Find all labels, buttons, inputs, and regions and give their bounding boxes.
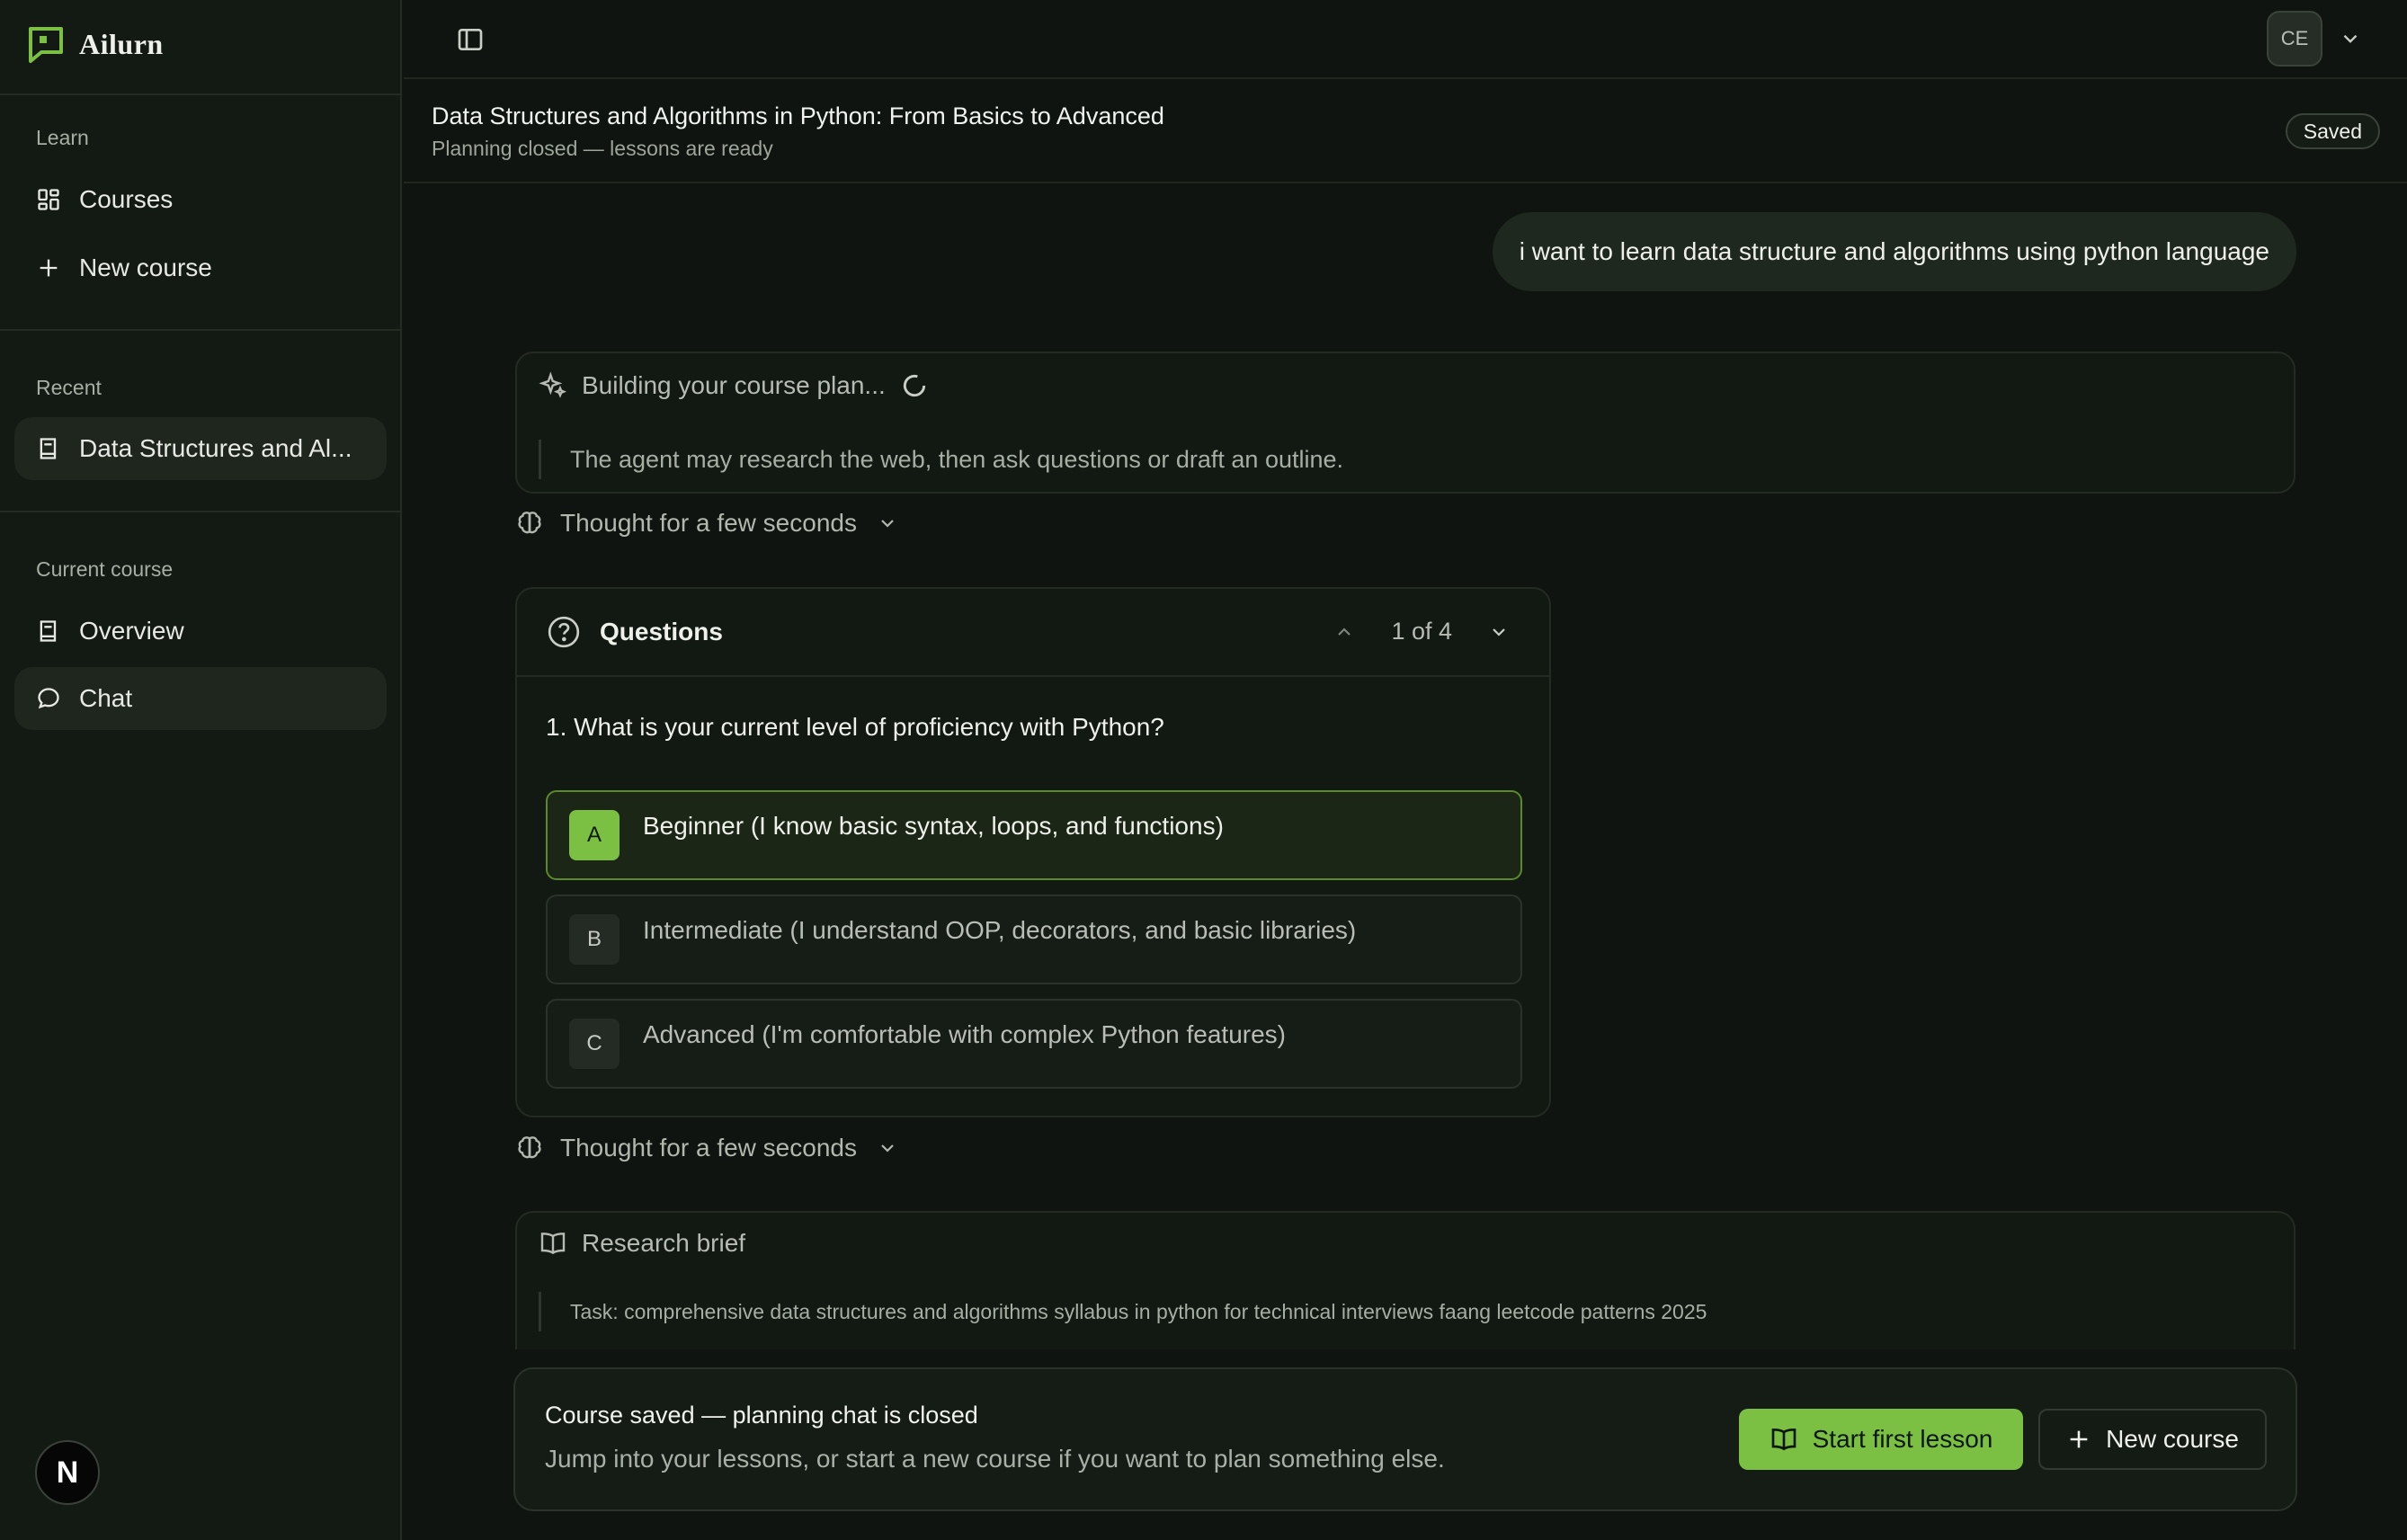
thought-label: Thought for a few seconds	[560, 509, 857, 537]
user-message: i want to learn data structure and algor…	[1492, 212, 2296, 291]
course-title: Data Structures and Algorithms in Python…	[432, 102, 1164, 129]
sidebar-item-courses[interactable]: Courses	[14, 168, 387, 231]
thought-toggle[interactable]: Thought for a few seconds	[515, 1134, 898, 1162]
sidebar-item-label: Overview	[79, 617, 184, 645]
sidebar-divider	[0, 511, 402, 512]
research-brief-task: Task: comprehensive data structures and …	[539, 1292, 1707, 1331]
chevron-up-icon[interactable]	[1333, 621, 1355, 643]
sidebar-item-label: Data Structures and Al...	[79, 434, 352, 462]
sidebar-item-recent-course[interactable]: Data Structures and Al...	[14, 417, 387, 480]
button-label: Start first lesson	[1812, 1425, 1993, 1453]
thought-toggle[interactable]: Thought for a few seconds	[515, 509, 898, 538]
chevron-down-icon	[881, 520, 894, 528]
option-text: Advanced (I'm comfortable with complex P…	[643, 1020, 1286, 1048]
new-course-button[interactable]: New course	[2038, 1409, 2267, 1470]
course-status-text: Planning closed — lessons are ready	[432, 137, 773, 160]
plus-icon	[40, 259, 58, 277]
option-letter: C	[569, 1019, 620, 1069]
chevron-down-icon	[881, 1144, 894, 1153]
research-brief-heading: Research brief	[582, 1229, 746, 1257]
user-avatar[interactable]: CE	[2267, 11, 2322, 67]
app-badge-avatar[interactable]: N	[35, 1440, 100, 1505]
open-book-icon	[540, 1233, 566, 1255]
option-text: Beginner (I know basic syntax, loops, an…	[643, 812, 1224, 840]
questions-header: Questions 1 of 4	[517, 589, 1549, 677]
option-letter: B	[569, 914, 620, 965]
option-letter: A	[569, 810, 620, 860]
answer-option-b[interactable]: B Intermediate (I understand OOP, decora…	[546, 895, 1522, 984]
sidebar-section-current-course: Current course	[36, 557, 174, 581]
course-header: Data Structures and Algorithms in Python…	[404, 79, 2407, 183]
brain-icon	[518, 512, 541, 534]
loading-spinner-icon	[903, 374, 925, 397]
brand-name: Ailurn	[79, 27, 164, 60]
questions-pager: 1 of 4	[1333, 618, 1510, 645]
book-icon	[40, 438, 57, 459]
chevron-down-icon[interactable]	[2339, 27, 2362, 50]
button-label: New course	[2106, 1425, 2239, 1453]
sidebar-item-label: Chat	[79, 684, 133, 712]
questions-heading: Questions	[600, 618, 723, 645]
sidebar-item-overview[interactable]: Overview	[14, 600, 387, 663]
sidebar-section-recent: Recent	[36, 376, 102, 399]
brand[interactable]: Ailurn	[27, 25, 164, 63]
questions-title: Questions	[546, 614, 723, 650]
questions-card: Questions 1 of 4 1. What is your current…	[515, 587, 1551, 1117]
plus-icon	[2070, 1430, 2088, 1448]
sparkles-icon	[539, 371, 567, 398]
brain-icon	[518, 1136, 541, 1159]
sidebar: Ailurn Learn Courses New course Recent D…	[0, 0, 402, 1540]
sidebar-item-chat[interactable]: Chat	[14, 667, 387, 730]
course-plan-card: Building your course plan... The agent m…	[515, 352, 2296, 494]
sidebar-divider	[0, 93, 402, 95]
help-circle-icon	[548, 616, 580, 648]
research-brief-card: Research brief Task: comprehensive data …	[515, 1211, 2296, 1349]
chevron-down-icon[interactable]	[1488, 621, 1510, 643]
answer-option-c[interactable]: C Advanced (I'm comfortable with complex…	[546, 999, 1522, 1089]
start-first-lesson-button[interactable]: Start first lesson	[1739, 1409, 2023, 1470]
sidebar-item-new-course[interactable]: New course	[14, 236, 387, 299]
chat-bubble-icon	[38, 688, 59, 709]
open-book-icon	[1771, 1428, 1796, 1451]
top-bar: CE	[404, 0, 2407, 79]
sidebar-toggle-icon[interactable]	[456, 25, 485, 54]
sidebar-item-label: New course	[79, 254, 212, 281]
banner-subtitle: Jump into your lessons, or start a new c…	[545, 1445, 1445, 1473]
thought-label: Thought for a few seconds	[560, 1134, 857, 1162]
sidebar-divider	[0, 329, 402, 331]
course-plan-note: The agent may research the web, then ask…	[539, 440, 1343, 479]
book-icon	[40, 620, 57, 642]
answer-option-a[interactable]: A Beginner (I know basic syntax, loops, …	[546, 790, 1522, 880]
option-text: Intermediate (I understand OOP, decorato…	[643, 916, 1357, 944]
grid-icon	[38, 189, 59, 210]
question-text: 1. What is your current level of profici…	[546, 713, 1164, 741]
banner-title: Course saved — planning chat is closed	[545, 1402, 978, 1429]
sidebar-section-learn: Learn	[36, 126, 89, 149]
course-saved-banner: Course saved — planning chat is closed J…	[513, 1367, 2297, 1511]
ailurn-logo-icon	[29, 27, 63, 63]
research-brief-header: Research brief	[539, 1229, 745, 1258]
questions-pager-text: 1 of 4	[1391, 618, 1452, 645]
sidebar-item-label: Courses	[79, 185, 174, 213]
course-plan-heading: Building your course plan...	[582, 371, 886, 399]
saved-badge: Saved	[2285, 113, 2380, 149]
course-plan-header: Building your course plan...	[539, 371, 929, 400]
